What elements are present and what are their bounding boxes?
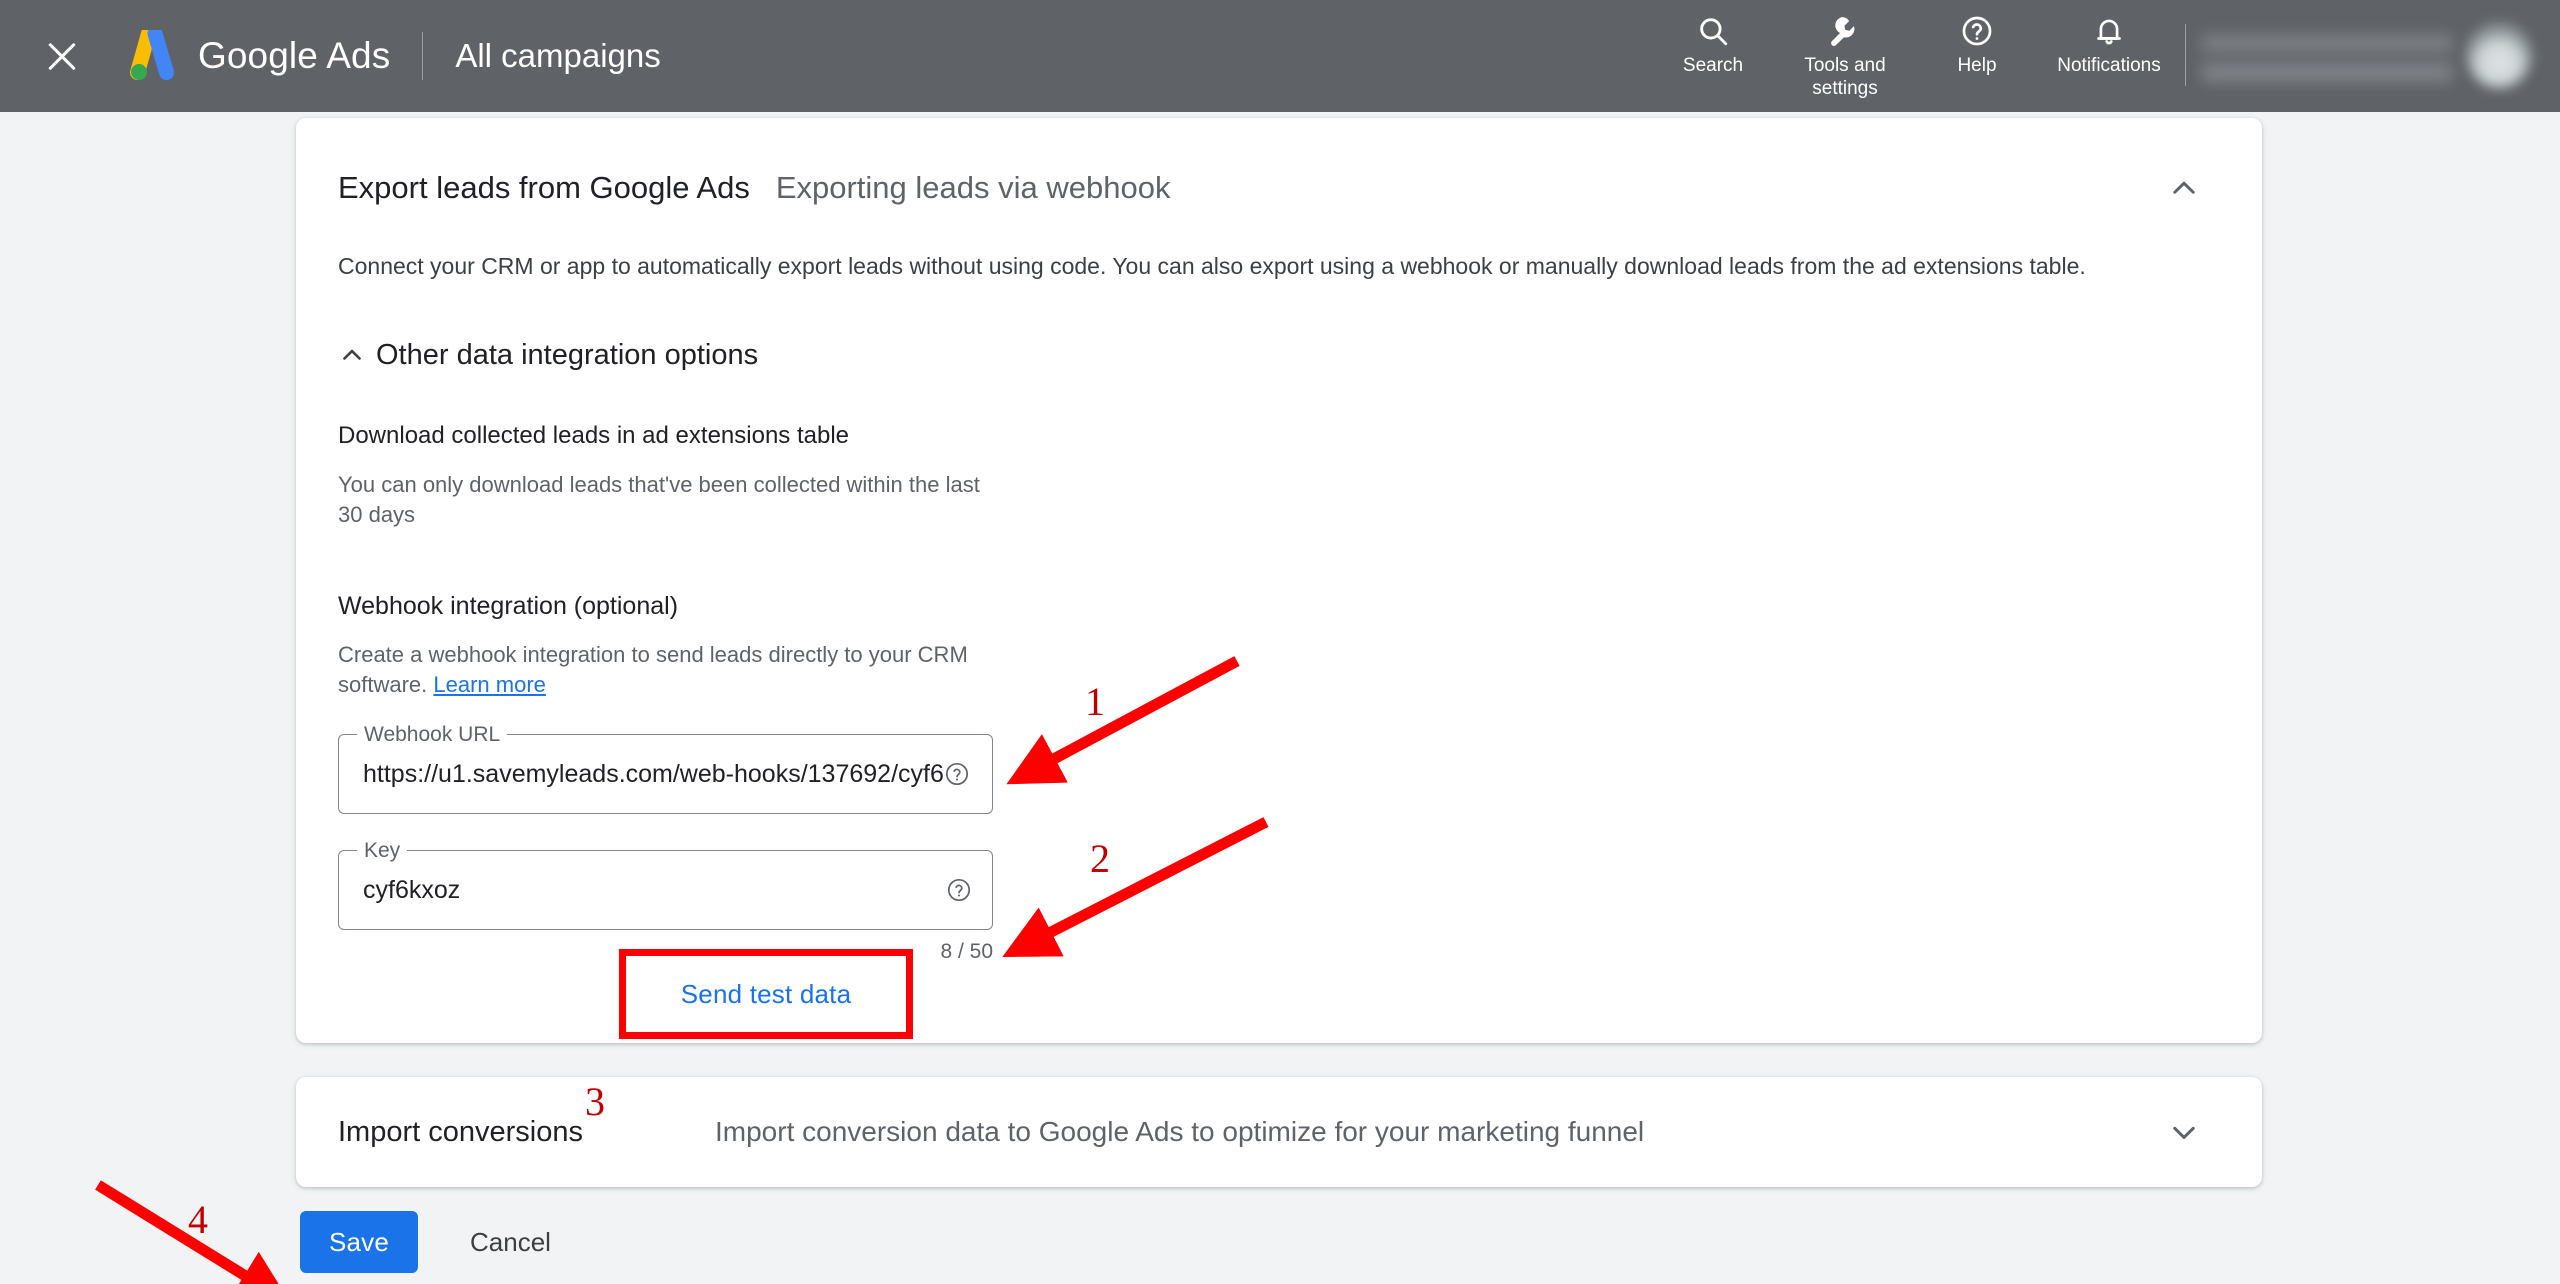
nav-help-label: Help	[1957, 55, 1997, 76]
chevron-up-icon[interactable]	[2162, 166, 2206, 210]
nav-tools-label: Tools and settings	[1804, 55, 1886, 99]
search-icon	[1696, 14, 1730, 48]
webhook-url-value: https://u1.savemyleads.com/web-hooks/137…	[363, 759, 944, 788]
cancel-button[interactable]: Cancel	[448, 1211, 573, 1273]
import-conversions-title: Import conversions	[338, 1115, 583, 1148]
other-data-integration-label: Other data integration options	[376, 339, 759, 371]
brand-title: Google Ads	[198, 35, 390, 77]
close-icon[interactable]	[36, 30, 88, 82]
send-test-data-button[interactable]: Send test data	[626, 956, 906, 1032]
import-conversions-card[interactable]: Import conversions Import conversion dat…	[296, 1077, 2262, 1187]
download-leads-heading: Download collected leads in ad extension…	[338, 422, 849, 449]
brand-google: Google	[198, 35, 318, 76]
appbar-left-group: Google Ads All campaigns	[0, 26, 661, 82]
download-leads-text: You can only download leads that've been…	[338, 472, 980, 527]
help-circle-icon[interactable]	[944, 761, 970, 787]
nav-notifications-label: Notifications	[2057, 55, 2161, 76]
help-circle-icon[interactable]	[946, 877, 972, 903]
app-page: Google Ads All campaigns Search Tools an…	[0, 0, 2560, 1284]
annotation-number-4: 4	[188, 1197, 208, 1242]
key-field-wrap: Key cyf6kxoz	[296, 814, 2262, 930]
appbar-divider	[422, 32, 424, 80]
key-label: Key	[357, 838, 408, 863]
nav-search[interactable]: Search	[1647, 0, 1779, 77]
footer-actions: Save Cancel	[300, 1211, 573, 1273]
import-conversions-row: Import conversions Import conversion dat…	[296, 1077, 2262, 1187]
webhook-url-field-wrap: Webhook URL https://u1.savemyleads.com/w…	[296, 700, 2262, 814]
bell-icon	[2092, 14, 2126, 48]
key-value: cyf6kxoz	[363, 875, 461, 904]
nav-search-label: Search	[1682, 55, 1744, 76]
learn-more-link[interactable]: Learn more	[433, 672, 546, 697]
send-test-data-wrap: Send test data	[619, 949, 913, 1039]
export-card-title: Export leads from Google Ads	[338, 170, 750, 205]
import-conversions-description: Import conversion data to Google Ads to …	[715, 1116, 1645, 1147]
export-card-description: Connect your CRM or app to automatically…	[338, 253, 2086, 279]
webhook-url-label: Webhook URL	[357, 722, 508, 747]
wrench-icon	[1828, 14, 1862, 48]
other-data-integration-toggle[interactable]: Other data integration options	[296, 282, 758, 372]
export-leads-card: Export leads from Google Ads Exporting l…	[296, 118, 2262, 1043]
webhook-integration-text: Create a webhook integration to send lea…	[296, 620, 976, 700]
export-card-header: Export leads from Google Ads Exporting l…	[296, 118, 2262, 210]
top-app-bar: Google Ads All campaigns Search Tools an…	[0, 0, 2560, 112]
chevron-down-icon[interactable]	[2162, 1110, 2206, 1154]
key-field[interactable]: Key cyf6kxoz	[338, 838, 993, 930]
account-info-blurred[interactable]	[2202, 20, 2452, 90]
save-button[interactable]: Save	[300, 1211, 418, 1273]
page-title: All campaigns	[455, 37, 661, 74]
appbar-right-group: Search Tools and settings Help Notificat…	[1647, 0, 2560, 112]
export-card-subtitle: Exporting leads via webhook	[775, 170, 1171, 205]
chevron-up-icon	[338, 341, 366, 369]
content-area: Export leads from Google Ads Exporting l…	[0, 112, 2560, 1284]
nav-tools-and-settings[interactable]: Tools and settings	[1779, 0, 1911, 100]
google-ads-logo	[126, 26, 180, 82]
help-circle-icon	[1960, 14, 1994, 48]
nav-help[interactable]: Help	[1911, 0, 2043, 77]
webhook-integration-heading: Webhook integration (optional)	[338, 592, 679, 620]
appbar-right-divider	[2185, 24, 2186, 86]
webhook-url-field[interactable]: Webhook URL https://u1.savemyleads.com/w…	[338, 722, 993, 814]
nav-notifications[interactable]: Notifications	[2043, 0, 2175, 77]
brand-ads: Ads	[326, 35, 391, 76]
avatar[interactable]	[2466, 22, 2532, 88]
